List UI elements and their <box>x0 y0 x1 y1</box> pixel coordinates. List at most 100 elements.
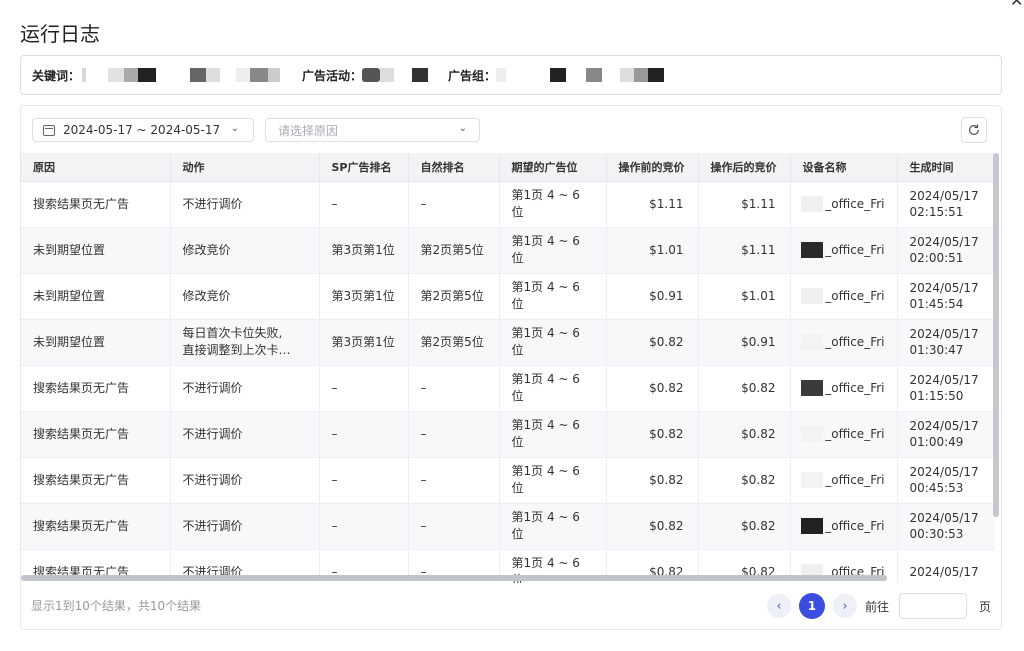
table-cell: $0.82 <box>606 365 699 412</box>
table-row: 搜索结果页无广告 不进行调价 – – 第1页 4 ~ 6 位 $1.11 $1.11 _off… <box>21 181 995 228</box>
refresh-icon <box>969 124 979 135</box>
time-date: 2024/05/17 <box>909 281 979 295</box>
table-cell: $0.82 <box>606 457 699 504</box>
natural-rank-cell: 第2页第5位 <box>420 242 484 257</box>
natural-rank-cell: – <box>420 380 427 395</box>
sp-rank-cell: 第3页第1位 <box>331 334 395 349</box>
sp-rank-cell: – <box>331 472 338 487</box>
table-cell: _office_Fri <box>790 227 898 274</box>
table-cell: 2024/05/17 01:00:49 <box>897 411 995 458</box>
device-name-cell: _office_Fri <box>825 472 885 487</box>
time-date: 2024/05/17 <box>909 373 979 387</box>
natural-rank-cell: – <box>420 518 427 533</box>
column-header[interactable]: 动作 <box>170 153 320 182</box>
table-cell: 未到期望位置 <box>21 273 171 320</box>
table-cell: – <box>319 365 409 412</box>
page-number-current[interactable]: 1 <box>798 593 825 619</box>
bid-after-cell: $1.11 <box>741 196 776 211</box>
table-cell: _office_Fri <box>790 181 898 228</box>
device-name-redaction <box>800 380 824 396</box>
table-cell: 第3页第1位 <box>319 273 409 320</box>
table-cell: 第2页第5位 <box>408 319 500 366</box>
chevron-left-icon[interactable]: ‹ <box>766 594 791 618</box>
log-table-container[interactable]: 原因 动作 SP广告排名 自然排名 期望的广告位 操作前的竞价 操作后的竞价 设… <box>21 153 995 583</box>
action-cell: 不进行调价 <box>182 196 243 211</box>
table-cell: 不进行调价 <box>170 181 320 228</box>
table-cell: 2024/05/17 00:45:53 <box>897 457 995 504</box>
goto-page-input[interactable] <box>898 593 967 619</box>
table-cell: – <box>319 411 409 458</box>
device-name-redaction <box>800 196 824 212</box>
table-cell: _office_Fri <box>790 365 898 412</box>
refresh-button[interactable] <box>961 117 987 143</box>
column-header[interactable]: 期望的广告位 <box>499 153 607 182</box>
sp-rank-cell: – <box>331 426 338 441</box>
device-name-redaction <box>800 334 824 350</box>
device-name-cell: _office_Fri <box>825 196 885 211</box>
sp-rank-cell: – <box>331 196 338 211</box>
expected-position-cell: 第1页 4 ~ 6 位 <box>511 464 580 495</box>
column-header[interactable]: 操作前的竞价 <box>606 153 699 182</box>
natural-rank-cell: – <box>420 426 427 441</box>
table-cell: $0.82 <box>606 319 699 366</box>
column-header[interactable]: 生成时间 <box>897 153 995 182</box>
column-header[interactable]: SP广告排名 <box>319 153 409 182</box>
chevron-right-icon[interactable]: › <box>832 594 857 618</box>
keyword-redacted-value <box>80 68 281 82</box>
time-date: 2024/05/17 <box>909 327 979 341</box>
horizontal-scrollbar[interactable] <box>21 575 887 581</box>
page-unit-label: 页 <box>978 599 991 614</box>
reason-cell: 搜索结果页无广告 <box>33 380 130 395</box>
table-cell: 不进行调价 <box>170 503 320 550</box>
goto-label: 前往 <box>864 599 889 614</box>
time-clock: 01:00:49 <box>909 435 964 449</box>
time-clock: 01:30:47 <box>909 343 964 357</box>
expected-position-cell: 第1页 4 ~ 6 位 <box>511 326 580 357</box>
reason-cell: 搜索结果页无广告 <box>33 472 130 487</box>
table-cell: 不进行调价 <box>170 457 320 504</box>
time-date: 2024/05/17 <box>909 511 979 525</box>
date-range-picker[interactable]: 2024-05-17 ~ 2024-05-17 ⌄ <box>32 118 254 142</box>
table-cell: 2024/05/17 01:45:54 <box>897 273 995 320</box>
column-header[interactable]: 自然排名 <box>408 153 500 182</box>
sp-rank-cell: 第3页第1位 <box>331 242 395 257</box>
pagination: ‹ 1 › 前往 页 <box>766 593 991 619</box>
action-cell-line2: 直接调整到上次卡… <box>182 343 291 357</box>
table-cell: 第1页 4 ~ 6 位 <box>499 365 607 412</box>
time-date: 2024/05/17 <box>909 189 979 203</box>
column-header[interactable]: 原因 <box>21 153 171 182</box>
table-cell: _office_Fri <box>790 319 898 366</box>
time-date: 2024/05/17 <box>909 465 979 479</box>
time-date: 2024/05/17 <box>909 419 979 433</box>
table-cell: $0.91 <box>606 273 699 320</box>
table-cell: $1.11 <box>698 181 791 228</box>
time-clock: 02:15:51 <box>909 205 964 219</box>
table-cell: 第1页 4 ~ 6 位 <box>499 181 607 228</box>
column-header[interactable]: 操作后的竞价 <box>698 153 791 182</box>
table-cell: 2024/05/17 02:00:51 <box>897 227 995 274</box>
table-cell: 第1页 4 ~ 6 位 <box>499 503 607 550</box>
expected-position-cell: 第1页 4 ~ 6 位 <box>511 188 580 219</box>
close-icon[interactable]: ✕ <box>1010 0 1024 9</box>
action-cell: 不进行调价 <box>182 518 243 533</box>
action-cell: 不进行调价 <box>182 472 243 487</box>
table-row: 未到期望位置 修改竞价 第3页第1位 第2页第5位 第1页 4 ~ 6 位 $0.91 $1… <box>21 273 995 320</box>
table-cell: – <box>319 457 409 504</box>
table-cell: $0.91 <box>698 319 791 366</box>
time-clock: 02:00:51 <box>909 251 964 265</box>
reason-select[interactable]: 请选择原因 ⌄ <box>265 118 480 142</box>
time-clock: 00:30:53 <box>909 527 964 541</box>
natural-rank-cell: 第2页第5位 <box>420 334 484 349</box>
log-panel: 2024-05-17 ~ 2024-05-17 ⌄ 请选择原因 ⌄ 原因 动作 … <box>20 105 1002 630</box>
bid-after-cell: $0.82 <box>741 518 776 533</box>
table-cell: 搜索结果页无广告 <box>21 503 171 550</box>
device-name-redaction <box>800 288 824 304</box>
column-header[interactable]: 设备名称 <box>790 153 898 182</box>
table-cell: 第2页第5位 <box>408 227 500 274</box>
table-cell: 未到期望位置 <box>21 227 171 274</box>
vertical-scrollbar[interactable] <box>993 153 999 517</box>
table-cell: 修改竞价 <box>170 273 320 320</box>
date-range-value: 2024-05-17 ~ 2024-05-17 <box>63 123 221 137</box>
table-row: 搜索结果页无广告 不进行调价 – – 第1页 4 ~ 6 位 $0.82 $0.82 _off… <box>21 457 995 504</box>
expected-position-cell: 第1页 4 ~ 6 位 <box>511 418 580 449</box>
